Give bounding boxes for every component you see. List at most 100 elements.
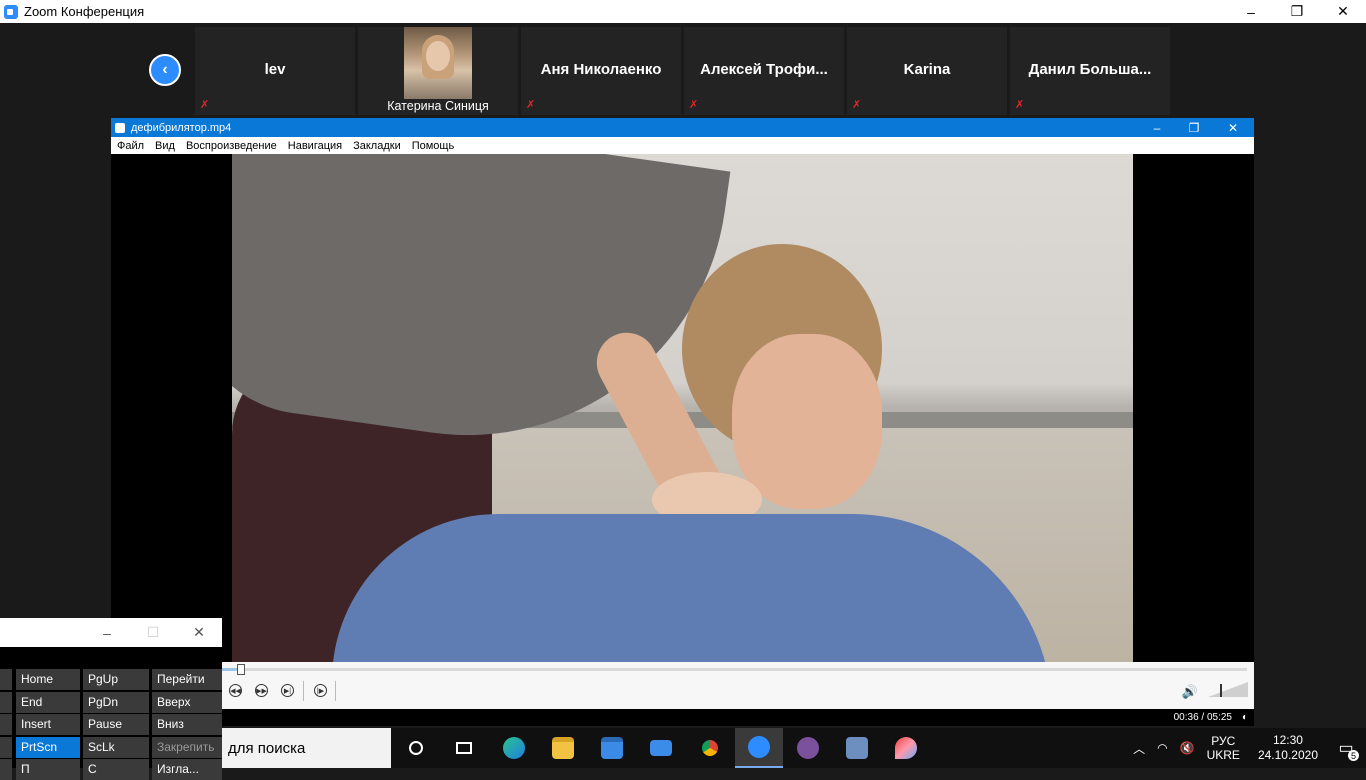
osk-key[interactable]: PgUp bbox=[83, 669, 149, 690]
osk-close-button[interactable]: ✕ bbox=[176, 618, 222, 647]
participant-tile[interactable]: lev ✗ bbox=[195, 27, 355, 115]
participant-tile[interactable]: Данил Больша... ✗ bbox=[1010, 27, 1170, 115]
language-indicator[interactable]: РУС UKRE bbox=[1207, 734, 1240, 762]
ratio-icon[interactable]: ◐ bbox=[1242, 712, 1248, 723]
osk-key-partial[interactable] bbox=[0, 759, 12, 780]
player-app-icon bbox=[115, 122, 125, 133]
maximize-button[interactable]: ❐ bbox=[1274, 0, 1320, 23]
on-screen-keyboard: – ☐ ✕ Home PgUp Перейти End PgDn Вверх Insert P… bbox=[0, 618, 222, 780]
system-tray: ︿ ◠ 🔇 РУС UKRE 12:30 24.10.2020 ▭ 5 bbox=[1133, 728, 1366, 768]
volume-muted-icon[interactable]: 🔇 bbox=[1180, 741, 1195, 755]
participant-tile[interactable]: Алексей Трофи... ✗ bbox=[684, 27, 844, 115]
volume-icon[interactable]: 🔊 bbox=[1182, 684, 1198, 700]
video-frame bbox=[232, 154, 1133, 662]
edge-icon[interactable] bbox=[490, 728, 538, 768]
osk-key[interactable]: Перейти bbox=[152, 669, 222, 690]
clock[interactable]: 12:30 24.10.2020 bbox=[1258, 733, 1318, 763]
mic-muted-icon: ✗ bbox=[200, 99, 210, 111]
osk-minimize-button[interactable]: – bbox=[84, 618, 130, 647]
media-player-window: дефибрилятор.mp4 – ❐ ✕ Файл Вид Воспроиз… bbox=[111, 118, 1254, 726]
taskbar: для поиска ︿ ◠ 🔇 РУС UKRE 12:30 24.10.20… bbox=[222, 728, 1366, 768]
participant-name: Karina bbox=[903, 61, 951, 78]
seek-bar[interactable] bbox=[117, 668, 1247, 671]
osk-key[interactable]: Закрепить bbox=[152, 736, 222, 758]
chevron-left-icon[interactable]: ‹ bbox=[149, 54, 181, 86]
mail-icon[interactable] bbox=[637, 728, 685, 768]
player-controls: ◀◀ ▶▶ ▶| |▶ 🔊 bbox=[111, 662, 1254, 709]
chevron-up-icon[interactable]: ︿ bbox=[1133, 740, 1145, 757]
zoom-app-icon bbox=[4, 4, 18, 19]
minimize-button[interactable]: – bbox=[1228, 0, 1274, 23]
osk-key-partial[interactable] bbox=[0, 669, 12, 690]
window-title: Zoom Конференция bbox=[24, 4, 145, 19]
chrome-icon[interactable] bbox=[686, 728, 734, 768]
participant-tile-video[interactable]: Катерина Синиця bbox=[358, 27, 518, 115]
osk-key[interactable]: Вверх bbox=[152, 691, 222, 713]
menu-help[interactable]: Помощь bbox=[412, 140, 455, 152]
player-menubar: Файл Вид Воспроизведение Навигация Закла… bbox=[111, 137, 1254, 154]
osk-key[interactable]: Insert bbox=[16, 714, 80, 735]
notification-badge: 5 bbox=[1348, 750, 1359, 761]
osk-key[interactable]: Вниз bbox=[152, 714, 222, 735]
participant-name: lev bbox=[264, 61, 286, 78]
menu-file[interactable]: Файл bbox=[117, 140, 144, 152]
zoom-icon[interactable] bbox=[735, 728, 783, 768]
zoom-titlebar: Zoom Конференция – ❐ ✕ bbox=[0, 0, 1366, 23]
participant-name: Катерина Синиця bbox=[387, 99, 489, 113]
menu-view[interactable]: Вид bbox=[155, 140, 175, 152]
participant-name: Алексей Трофи... bbox=[700, 61, 828, 78]
osk-key[interactable]: С bbox=[83, 759, 149, 780]
osk-key[interactable]: PrtScn bbox=[16, 736, 80, 758]
menu-playback[interactable]: Воспроизведение bbox=[186, 140, 277, 152]
store-icon[interactable] bbox=[588, 728, 636, 768]
seek-thumb[interactable] bbox=[237, 664, 246, 675]
search-box[interactable]: для поиска bbox=[222, 728, 391, 768]
menu-navigation[interactable]: Навигация bbox=[288, 140, 342, 152]
osk-key[interactable]: Изгла... bbox=[152, 759, 222, 780]
player-close-button[interactable]: ✕ bbox=[1218, 118, 1248, 137]
video-area[interactable] bbox=[111, 154, 1254, 662]
rewind-icon[interactable]: ◀◀ bbox=[229, 684, 242, 697]
osk-key-partial[interactable] bbox=[0, 736, 12, 758]
participant-tile[interactable]: Karina ✗ bbox=[847, 27, 1007, 115]
mic-muted-icon: ✗ bbox=[526, 99, 536, 111]
osk-titlebar: – ☐ ✕ bbox=[0, 618, 222, 647]
osk-maximize-button[interactable]: ☐ bbox=[130, 618, 176, 647]
task-view-icon[interactable] bbox=[440, 728, 488, 768]
volume-slider[interactable] bbox=[1208, 680, 1248, 698]
paint-icon[interactable] bbox=[882, 728, 930, 768]
player-minimize-button[interactable]: – bbox=[1142, 118, 1172, 137]
osk-key[interactable]: PgDn bbox=[83, 691, 149, 713]
participant-video bbox=[404, 27, 472, 99]
osk-key[interactable]: Home bbox=[16, 669, 80, 690]
player-title: дефибрилятор.mp4 bbox=[131, 121, 232, 134]
cortana-icon[interactable] bbox=[392, 728, 440, 768]
frame-step-icon[interactable]: |▶ bbox=[314, 684, 327, 697]
network-app-icon[interactable] bbox=[833, 728, 881, 768]
osk-key-partial[interactable] bbox=[0, 691, 12, 713]
participant-name: Данил Больша... bbox=[1028, 61, 1152, 78]
forward-icon[interactable]: ▶▶ bbox=[255, 684, 268, 697]
player-titlebar: дефибрилятор.mp4 – ❐ ✕ bbox=[111, 118, 1254, 137]
time-display: 00:36 / 05:25 bbox=[1173, 712, 1232, 723]
player-restore-button[interactable]: ❐ bbox=[1179, 118, 1209, 137]
osk-key[interactable]: ScLk bbox=[83, 736, 149, 758]
osk-key[interactable]: П bbox=[16, 759, 80, 780]
participant-name: Аня Николаенко bbox=[540, 61, 662, 78]
next-icon[interactable]: ▶| bbox=[281, 684, 294, 697]
close-button[interactable]: ✕ bbox=[1320, 0, 1366, 23]
viber-icon[interactable] bbox=[784, 728, 832, 768]
participant-strip: ‹ lev ✗ Катерина Синиця Аня Николаенко ✗… bbox=[0, 23, 1366, 118]
menu-bookmarks[interactable]: Закладки bbox=[353, 140, 401, 152]
participant-tile[interactable]: Аня Николаенко ✗ bbox=[521, 27, 681, 115]
osk-key[interactable]: End bbox=[16, 691, 80, 713]
mic-muted-icon: ✗ bbox=[852, 99, 862, 111]
osk-key-partial[interactable] bbox=[0, 714, 12, 735]
mic-muted-icon: ✗ bbox=[1015, 99, 1025, 111]
explorer-icon[interactable] bbox=[539, 728, 587, 768]
notification-icon[interactable]: ▭ 5 bbox=[1332, 734, 1360, 762]
mic-muted-icon: ✗ bbox=[689, 99, 699, 111]
wifi-icon[interactable]: ◠ bbox=[1157, 741, 1167, 755]
osk-key[interactable]: Pause bbox=[83, 714, 149, 735]
player-statusbar: 00:36 / 05:25 ◐ bbox=[111, 709, 1254, 726]
